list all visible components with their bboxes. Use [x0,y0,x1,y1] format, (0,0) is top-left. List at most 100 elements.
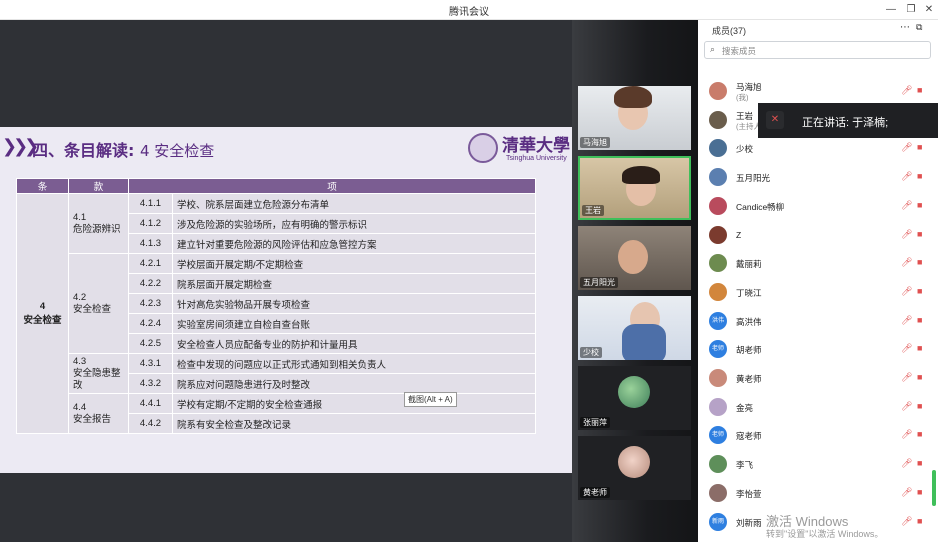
video-name-label: 马海旭 [580,137,610,148]
member-name: 李飞 [736,460,754,471]
member-row[interactable]: 李怡萱 🎤︎ ■ [698,480,938,508]
item-text: 院系应对问题隐患进行及时整改 [172,373,536,394]
table-row: 4.2 安全检查 4.2.1 学校层面开展定期/不定期检查 [17,253,536,354]
avatar-tile[interactable]: 张丽萍 [578,366,691,430]
member-role: (我) [736,93,749,102]
video-tile-active-speaker[interactable]: 王岩 [578,156,691,220]
mic-muted-icon[interactable]: 🎤︎ [901,401,912,412]
table-row: 4.3 安全隐患整改 4.3.1 检查中发现的问题应以正式形式通知到相关负责人 [17,353,536,394]
kuan-cell: 4.1 危险源辨识 [68,193,129,254]
member-avatar [709,455,727,474]
window-title: 腾讯会议 [449,7,489,18]
item-text: 院系层面开展定期检查 [172,273,536,294]
member-row[interactable]: 老师 寇老师 🎤︎ ■ [698,422,938,450]
more-options-icon[interactable]: ⋯ [900,22,910,33]
member-row[interactable]: 五月阳光 🎤︎ ■ [698,164,938,192]
close-button[interactable]: ✕ [918,2,938,18]
tiao-cell: 4 安全检查 [16,193,69,434]
member-row[interactable]: 黄老师 🎤︎ ■ [698,365,938,393]
shared-screen-area[interactable]: ❯❯❯ 四、条目解读: 4 安全检查 清華大學 Tsinghua Univers… [0,20,572,542]
camera-off-icon[interactable]: ■ [917,487,922,497]
item-text: 实验室房间须建立自检自查台账 [172,313,536,334]
camera-off-icon[interactable]: ■ [917,401,922,411]
item-number: 4.3.1 [128,353,173,374]
mic-muted-icon[interactable]: 🎤︎ [901,286,912,297]
kuan-cell: 4.4 安全报告 [68,393,129,434]
video-strip: 马海旭 王岩 五月阳光 少校 张丽萍 黄老师 [572,20,698,542]
table-row: 4.4 安全报告 4.4.1 学校有定期/不定期的安全检查通报 [17,393,536,434]
item-number: 4.4.2 [128,413,173,434]
member-row[interactable]: 丁晓江 🎤︎ ■ [698,279,938,307]
member-name: 寇老师 [736,431,762,442]
slide-header: ❯❯❯ 四、条目解读: 4 安全检查 清華大學 Tsinghua Univers… [0,127,572,169]
search-icon: ⌕ [710,44,716,54]
member-name: Z [736,229,742,240]
item-number: 4.3.2 [128,373,173,394]
member-row[interactable]: 戴丽莉 🎤︎ ■ [698,250,938,278]
camera-off-icon[interactable]: ■ [917,142,922,152]
mic-muted-icon[interactable]: 🎤︎ [901,343,912,354]
camera-off-icon[interactable]: ■ [917,372,922,382]
mic-muted-icon[interactable]: 🎤︎ [901,372,912,383]
video-tile[interactable]: 少校 [578,296,691,360]
member-row[interactable]: 老师 胡老师 🎤︎ ■ [698,336,938,364]
member-row[interactable]: 少校 🎤︎ ■ [698,135,938,163]
mic-muted-icon[interactable]: 🎤︎ [901,487,912,498]
member-row[interactable]: 洪伟 高洪伟 🎤︎ ■ [698,308,938,336]
member-name: 胡老师 [736,345,762,356]
item-text: 建立针对重要危险源的风险评估和应急管控方案 [172,233,536,254]
mic-muted-icon[interactable]: 🎤︎ [901,142,912,153]
camera-off-icon[interactable]: ■ [917,171,922,181]
member-avatar: 老师 [709,426,727,445]
mic-muted-icon[interactable]: 🎤︎ [901,516,912,527]
video-name-label: 王岩 [582,205,604,216]
mic-muted-icon[interactable]: 🎤︎ [901,200,912,211]
camera-off-icon[interactable]: ■ [917,458,922,468]
item-text: 院系有安全检查及整改记录 [172,413,536,434]
mic-muted-icon[interactable]: 🎤︎ [901,85,912,96]
item-text: 检查中发现的问题应以正式形式通知到相关负责人 [172,353,536,374]
participant-avatar [618,446,650,478]
camera-off-icon[interactable]: ■ [917,315,922,325]
video-tile[interactable]: 五月阳光 [578,226,691,290]
mic-muted-icon[interactable]: 🎤︎ [901,229,912,240]
member-search-input[interactable]: ⌕ 搜索成员 [704,41,931,59]
mic-muted-icon[interactable]: 🎤︎ [901,429,912,440]
member-row[interactable]: 李飞 🎤︎ ■ [698,451,938,479]
mic-muted-icon[interactable]: 🎤︎ [901,171,912,182]
member-avatar [709,225,727,244]
mic-muted-icon[interactable]: 🎤︎ [901,257,912,268]
video-tile[interactable]: 马海旭 [578,86,691,150]
mic-muted-icon[interactable]: 🎤︎ [901,458,912,469]
camera-off-icon[interactable]: ■ [917,229,922,239]
member-name: 戴丽莉 [736,259,762,270]
camera-off-icon[interactable]: ■ [917,200,922,210]
item-text: 学校层面开展定期/不定期检查 [172,253,536,274]
camera-off-icon[interactable]: ■ [917,343,922,353]
member-name: 少校 [736,144,754,155]
university-seal-icon [468,133,498,163]
minimize-button[interactable]: — [880,2,902,18]
avatar-tile[interactable]: 黄老师 [578,436,691,500]
member-row[interactable]: 马海旭 (我) 🎤︎ ■ [698,78,938,106]
member-row[interactable]: Z 🎤︎ ■ [698,222,938,250]
camera-off-icon[interactable]: ■ [917,85,922,95]
logo-chinese-text: 清華大學 [502,136,570,156]
camera-off-icon[interactable]: ■ [917,516,922,526]
slide-title: 四、条目解读: 4 安全检查 [32,137,214,161]
pop-out-icon[interactable]: ⧉ [916,22,922,33]
member-avatar [709,282,727,301]
member-row[interactable]: Candice畅柳 🎤︎ ■ [698,193,938,221]
member-name: 高洪伟 [736,316,762,327]
table-header-kuan: 款 [68,178,129,194]
camera-off-icon[interactable]: ■ [917,429,922,439]
members-panel: 成员(37) ⋯ ⧉ ⌕ 搜索成员 马海旭(我)🎤︎■王岩(主持人)🎤︎■少校🎤… [698,20,938,542]
kuan-cell: 4.2 安全检查 [68,253,129,354]
member-avatar [709,369,727,387]
video-name-label: 五月阳光 [580,277,618,288]
member-row[interactable]: 金亮 🎤︎ ■ [698,394,938,422]
member-list-scrollbar[interactable] [932,470,936,506]
camera-off-icon[interactable]: ■ [917,286,922,296]
camera-off-icon[interactable]: ■ [917,257,922,267]
mic-muted-icon[interactable]: 🎤︎ [901,315,912,326]
